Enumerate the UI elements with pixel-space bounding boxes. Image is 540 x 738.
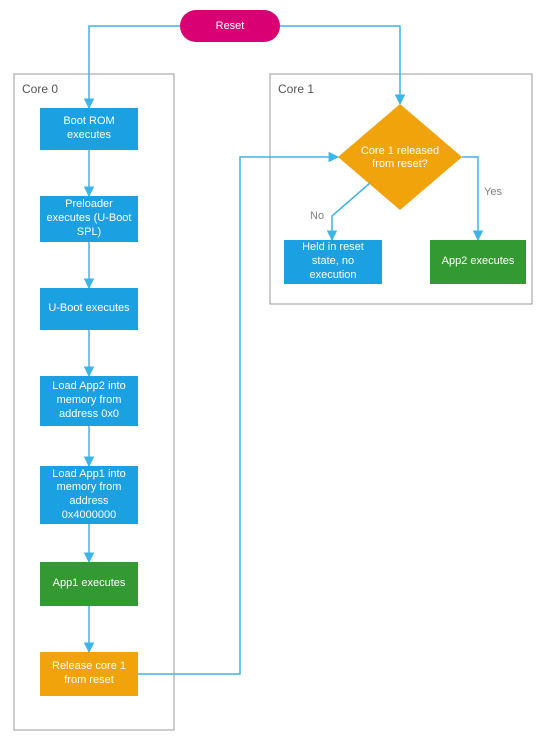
node-preloader-text: Preloader executes (U-Boot SPL) [46,198,132,239]
node-preloader: Preloader executes (U-Boot SPL) [40,196,138,242]
node-app2-text: App2 executes [442,255,515,269]
node-release-text: Release core 1 from reset [46,660,132,688]
arrow-reset-to-bootrom [89,26,180,108]
reset-label: Reset [216,20,245,32]
node-held: Held in reset state, no execution [284,240,382,284]
node-loadapp1-text: Load App1 into memory from address 0x400… [46,468,132,523]
node-loadapp2: Load App2 into memory from address 0x0 [40,376,138,426]
node-app1: App1 executes [40,562,138,606]
node-loadapp2-text: Load App2 into memory from address 0x0 [46,380,132,421]
label-no: No [310,210,324,222]
node-uboot: U-Boot executes [40,288,138,330]
node-loadapp1: Load App1 into memory from address 0x400… [40,466,138,524]
node-bootrom-text: Boot ROM executes [46,115,132,143]
node-uboot-text: U-Boot executes [48,302,129,316]
label-yes: Yes [484,186,502,198]
node-release: Release core 1 from reset [40,652,138,696]
node-bootrom: Boot ROM executes [40,108,138,150]
node-app1-text: App1 executes [53,577,126,591]
core1-title: Core 1 [278,82,314,96]
node-app2: App2 executes [430,240,526,284]
node-held-text: Held in reset state, no execution [290,241,376,282]
decision-text: Core 1 released from reset? [350,138,450,178]
reset-node: Reset [180,10,280,42]
core0-title: Core 0 [22,82,58,96]
arrow-decision-no [332,183,370,240]
arrow-release-to-decision [138,157,338,674]
arrow-decision-yes [462,157,478,240]
